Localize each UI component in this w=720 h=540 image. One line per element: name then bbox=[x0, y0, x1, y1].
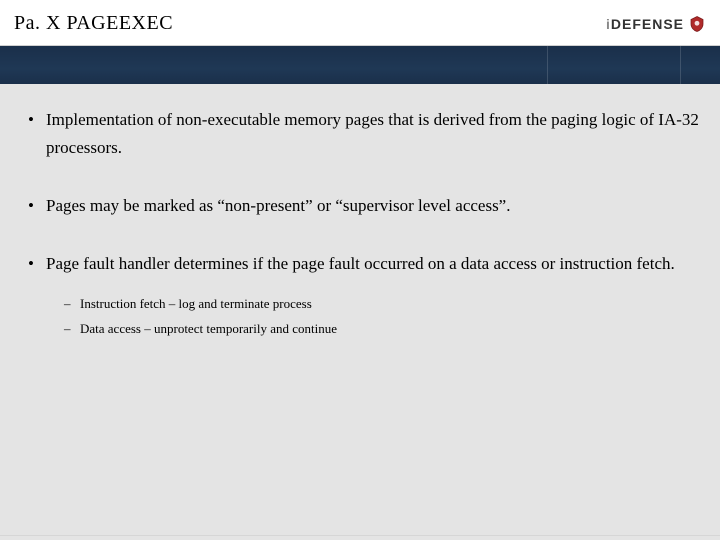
sub-list-item: Data access – unprotect temporarily and … bbox=[46, 317, 700, 342]
slide-body: Implementation of non-executable memory … bbox=[0, 84, 720, 392]
brand-logo: iDEFENSE bbox=[606, 15, 706, 33]
shield-icon bbox=[688, 15, 706, 33]
title-band bbox=[0, 46, 720, 84]
sub-list-item: Instruction fetch – log and terminate pr… bbox=[46, 292, 700, 317]
footer-divider bbox=[0, 535, 720, 536]
bullet-text: Pages may be marked as “non-present” or … bbox=[46, 196, 510, 215]
bullet-text: Implementation of non-executable memory … bbox=[46, 110, 699, 157]
sub-bullet-list: Instruction fetch – log and terminate pr… bbox=[46, 292, 700, 341]
sub-bullet-text: Data access – unprotect temporarily and … bbox=[80, 321, 337, 336]
list-item: Page fault handler determines if the pag… bbox=[28, 250, 700, 341]
bullet-text: Page fault handler determines if the pag… bbox=[46, 254, 675, 273]
bullet-list: Implementation of non-executable memory … bbox=[28, 106, 700, 342]
slide-header: Pa. X PAGEEXEC iDEFENSE bbox=[0, 0, 720, 46]
brand-logo-text: iDEFENSE bbox=[606, 16, 684, 32]
slide-title: Pa. X PAGEEXEC bbox=[14, 12, 173, 35]
list-item: Implementation of non-executable memory … bbox=[28, 106, 700, 162]
list-item: Pages may be marked as “non-present” or … bbox=[28, 192, 700, 220]
sub-bullet-text: Instruction fetch – log and terminate pr… bbox=[80, 296, 312, 311]
